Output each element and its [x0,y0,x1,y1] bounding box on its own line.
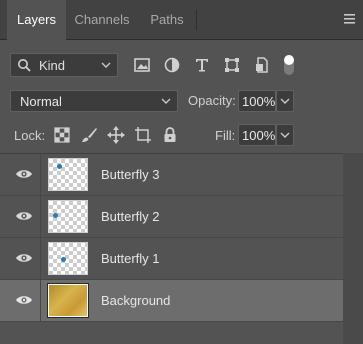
layer-row-butterfly-2[interactable]: Butterfly 2 [0,196,343,238]
lock-pixels-icon[interactable] [80,126,98,144]
visibility-divider [40,280,41,321]
opacity-label: Opacity: [188,93,236,108]
layer-thumbnail[interactable] [48,200,88,233]
blend-mode-select[interactable]: Normal [10,90,178,112]
fill-label: Fill: [215,128,236,143]
layer-name[interactable]: Background [101,293,170,308]
layer-name[interactable]: Butterfly 2 [101,209,160,224]
eye-icon[interactable] [15,294,33,306]
tab-channels[interactable]: Channels [66,0,138,40]
chevron-down-icon [280,132,290,138]
fill-input[interactable]: 100% [238,124,276,146]
eye-icon[interactable] [15,210,33,222]
lock-label: Lock: [14,128,46,143]
layer-row-background[interactable]: Background [0,280,343,322]
lock-artboard-icon[interactable] [134,126,152,144]
filter-toggle[interactable] [284,55,294,75]
chevron-down-icon [280,98,290,104]
layer-thumbnail[interactable] [48,242,88,275]
filter-toggle-knob [284,55,294,65]
butterfly-mark [53,213,58,218]
layer-name[interactable]: Butterfly 1 [101,251,160,266]
smart-object-filter-icon[interactable] [253,56,271,74]
butterfly-mark [57,164,62,169]
layer-name[interactable]: Butterfly 3 [101,167,160,182]
chevron-down-icon [161,98,171,104]
butterfly-mark [61,257,66,262]
eye-icon[interactable] [15,168,33,180]
shape-filter-icon[interactable] [223,56,241,74]
visibility-divider [40,238,41,279]
layer-thumbnail[interactable] [48,158,88,191]
layer-thumbnail-background[interactable] [48,284,88,317]
visibility-divider [40,196,41,237]
layer-row-butterfly-1[interactable]: Butterfly 1 [0,238,343,280]
fill-dropdown[interactable] [276,124,294,146]
filter-kind-label: Kind [39,58,66,73]
pixel-filter-icon[interactable] [133,56,151,74]
adjustment-filter-icon[interactable] [163,56,181,74]
layer-row-butterfly-3[interactable]: Butterfly 3 [0,154,343,196]
opacity-dropdown[interactable] [276,90,294,112]
panel-tab-bar: Layers Channels Paths [0,0,363,41]
search-icon [18,59,31,72]
layers-scrollbar[interactable] [343,153,363,344]
eye-icon[interactable] [15,252,33,264]
lock-transparent-icon[interactable] [53,126,71,144]
tab-divider [196,10,197,30]
tab-layers[interactable]: Layers [7,0,66,41]
opacity-input[interactable]: 100% [238,90,276,112]
visibility-divider [40,154,41,195]
tab-paths[interactable]: Paths [138,0,196,40]
panel-menu-icon[interactable] [344,14,355,24]
filter-kind-select[interactable]: Kind [10,53,118,77]
type-filter-icon[interactable] [193,56,211,74]
lock-all-icon[interactable] [161,126,179,144]
lock-position-icon[interactable] [107,126,125,144]
chevron-down-icon [101,62,111,68]
blend-mode-value: Normal [20,94,62,109]
